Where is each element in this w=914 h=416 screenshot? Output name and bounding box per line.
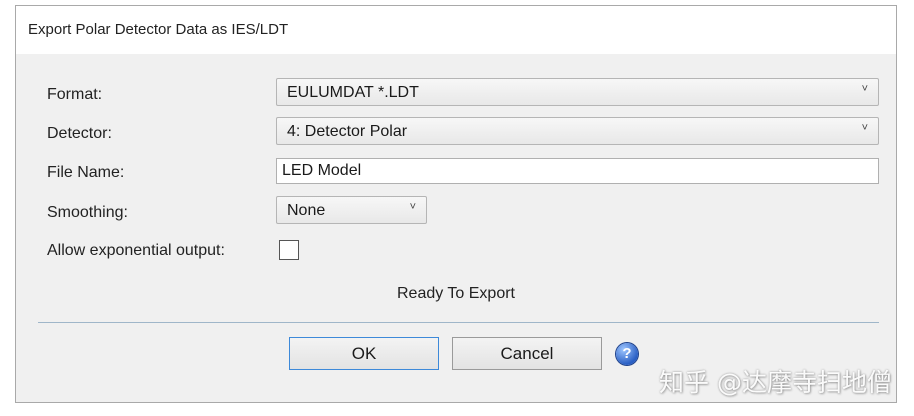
cancel-button[interactable]: Cancel bbox=[452, 337, 602, 370]
chevron-down-icon: ˅ bbox=[409, 201, 416, 213]
filename-field[interactable]: LED Model bbox=[276, 158, 879, 184]
dialog-title: Export Polar Detector Data as IES/LDT bbox=[28, 21, 289, 38]
chevron-down-icon: ˅ bbox=[861, 83, 868, 95]
dialog-titlebar: Export Polar Detector Data as IES/LDT bbox=[16, 6, 896, 54]
export-dialog: Export Polar Detector Data as IES/LDT Fo… bbox=[15, 5, 897, 403]
ok-button[interactable]: OK bbox=[289, 337, 439, 370]
exponential-label: Allow exponential output: bbox=[47, 242, 225, 259]
status-text: Ready To Export bbox=[397, 285, 515, 302]
smoothing-value: None bbox=[287, 202, 326, 219]
format-value: EULUMDAT *.LDT bbox=[287, 84, 419, 101]
filename-label: File Name: bbox=[47, 164, 125, 181]
smoothing-dropdown[interactable]: None ˅ bbox=[276, 196, 427, 224]
help-icon[interactable]: ? bbox=[616, 343, 638, 365]
divider bbox=[38, 322, 879, 323]
format-dropdown[interactable]: EULUMDAT *.LDT ˅ bbox=[276, 78, 879, 106]
exponential-checkbox[interactable] bbox=[279, 240, 299, 260]
detector-label: Detector: bbox=[47, 125, 112, 142]
smoothing-label: Smoothing: bbox=[47, 204, 128, 221]
detector-value: 4: Detector Polar bbox=[287, 123, 408, 140]
watermark-text: 知乎 @达摩寺扫地僧 bbox=[659, 368, 892, 397]
format-label: Format: bbox=[47, 86, 103, 103]
detector-dropdown[interactable]: 4: Detector Polar ˅ bbox=[276, 117, 879, 145]
chevron-down-icon: ˅ bbox=[861, 122, 868, 134]
